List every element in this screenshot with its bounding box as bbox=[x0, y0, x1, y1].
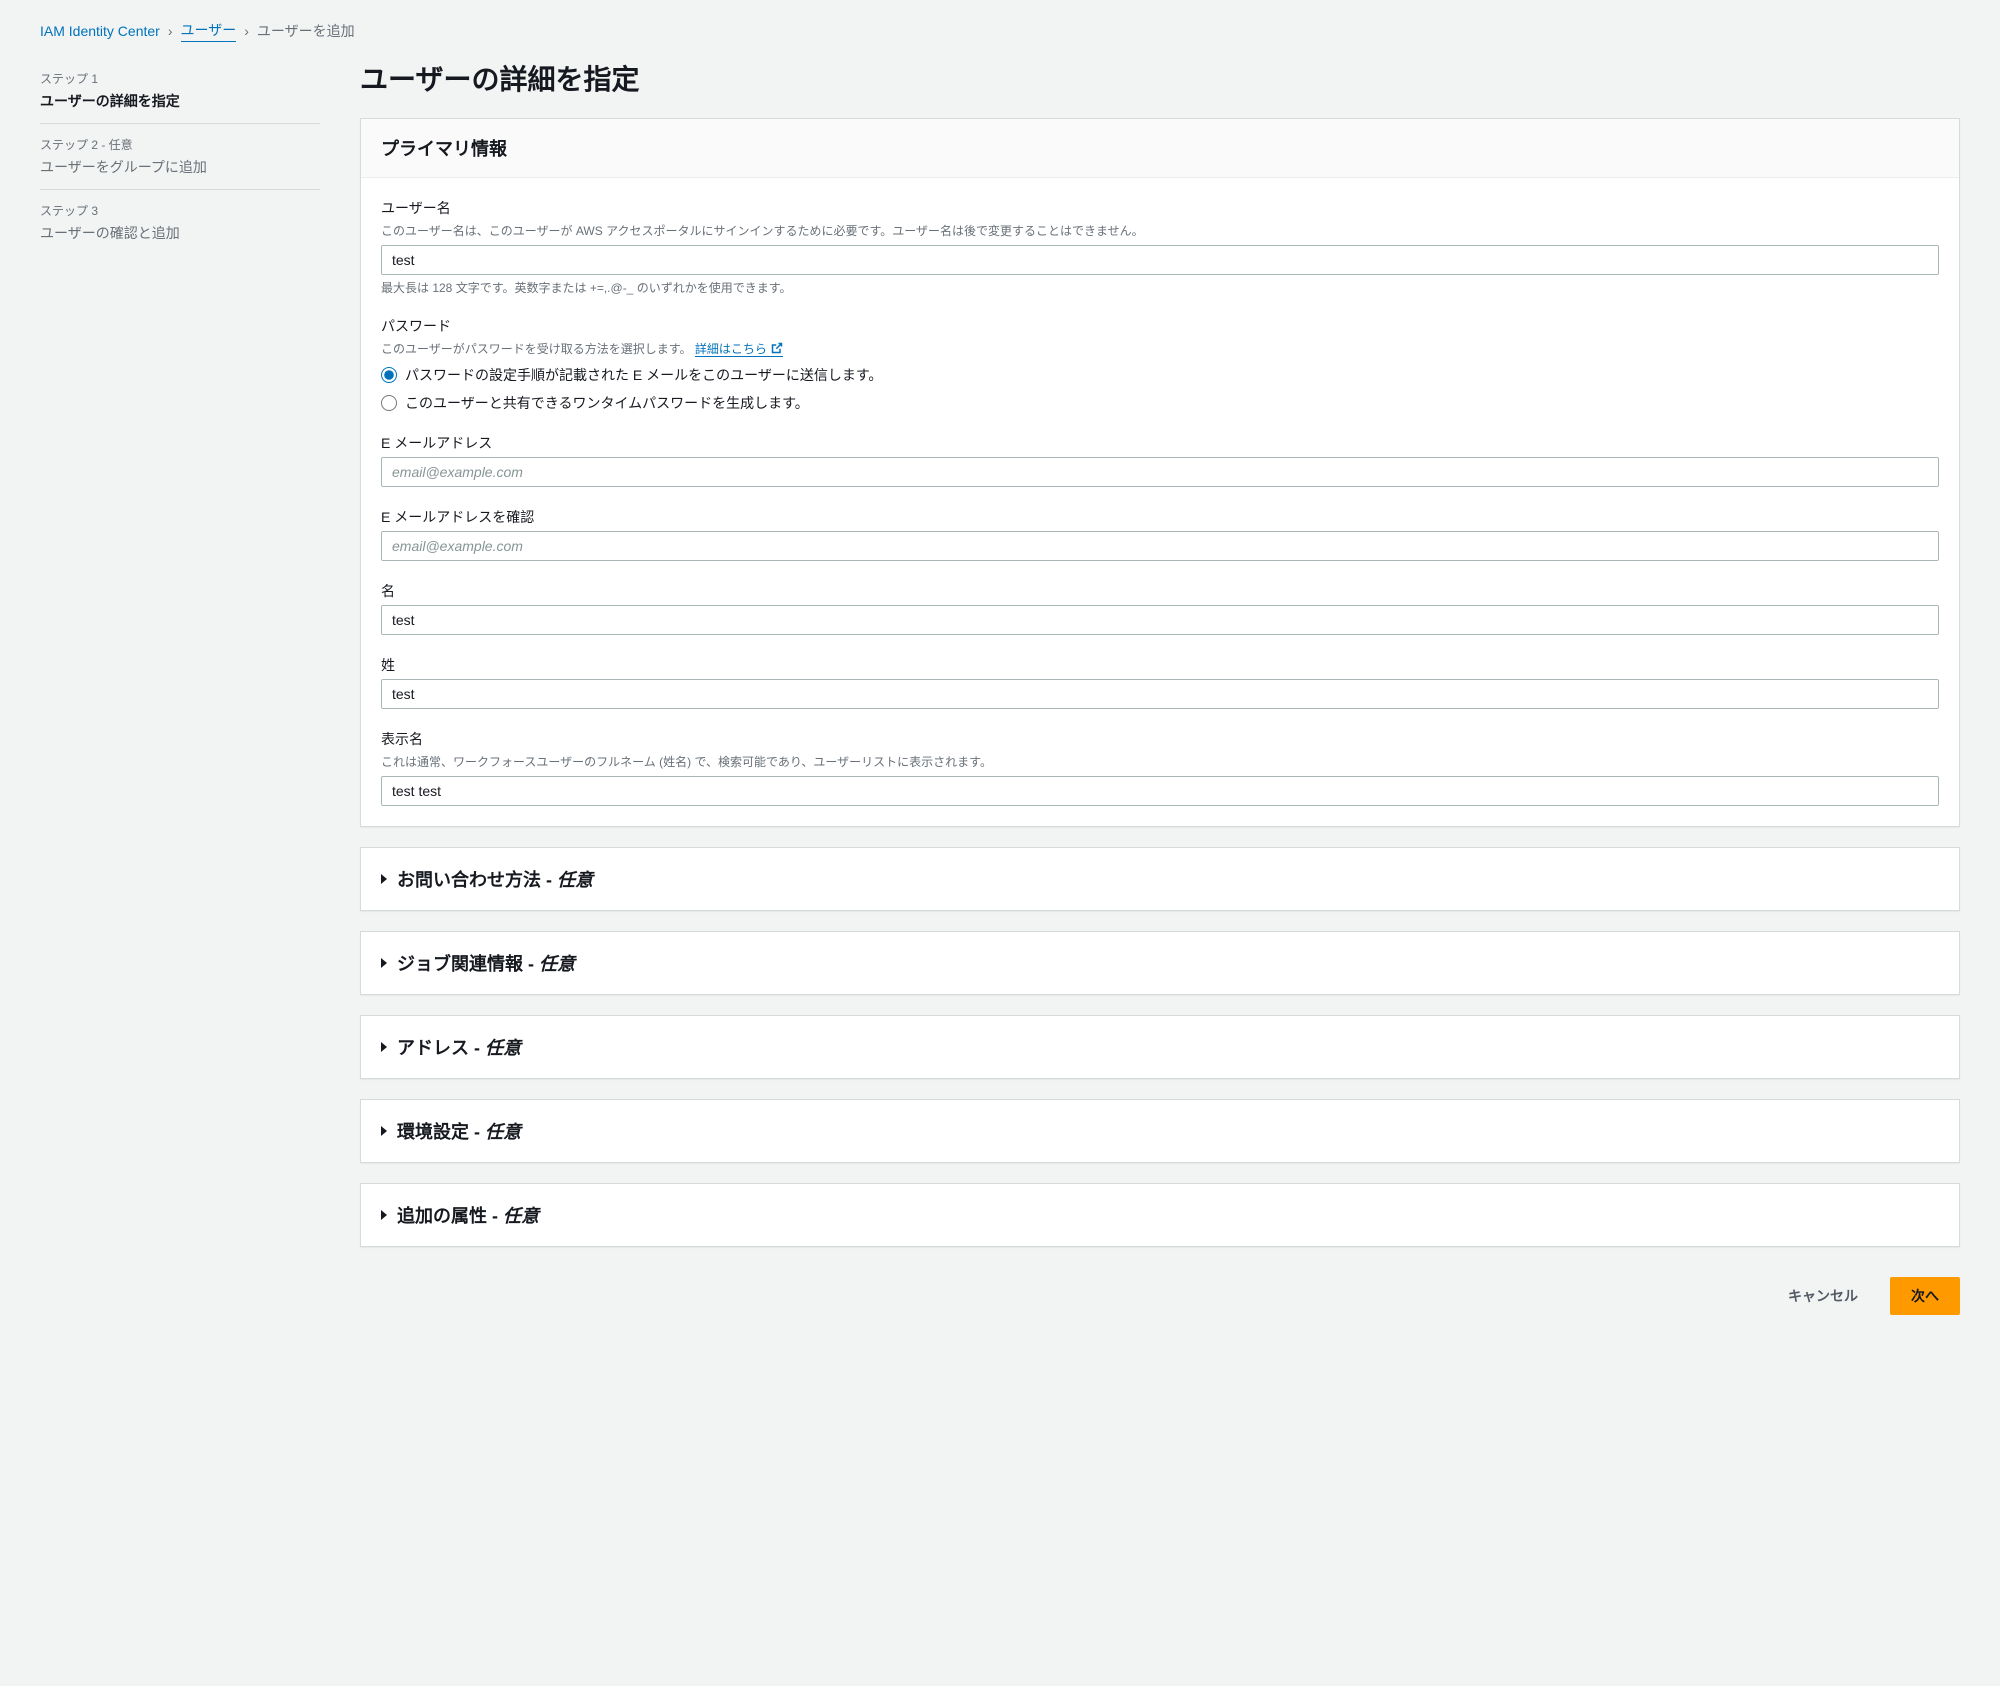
step-3[interactable]: ステップ 3 ユーザーの確認と追加 bbox=[40, 190, 320, 255]
triangle-right-icon bbox=[381, 1126, 387, 1136]
page-title: ユーザーの詳細を指定 bbox=[360, 58, 1960, 98]
password-option-otp[interactable]: このユーザーと共有できるワンタイムパスワードを生成します。 bbox=[381, 393, 1939, 413]
cancel-button[interactable]: キャンセル bbox=[1768, 1277, 1878, 1315]
external-link-icon bbox=[771, 342, 783, 357]
email-label: E メールアドレス bbox=[381, 433, 1939, 453]
triangle-right-icon bbox=[381, 1042, 387, 1052]
preferences-toggle[interactable]: 環境設定 - 任意 bbox=[361, 1100, 1959, 1162]
breadcrumb-root[interactable]: IAM Identity Center bbox=[40, 23, 160, 39]
breadcrumb: IAM Identity Center › ユーザー › ユーザーを追加 bbox=[40, 20, 1960, 42]
password-radio-email[interactable] bbox=[381, 367, 397, 383]
additional-attrs-panel: 追加の属性 - 任意 bbox=[360, 1183, 1960, 1247]
display-name-input[interactable] bbox=[381, 776, 1939, 806]
learn-more-link[interactable]: 詳細はこちら bbox=[695, 342, 783, 357]
first-name-label: 名 bbox=[381, 581, 1939, 601]
primary-panel-title: プライマリ情報 bbox=[381, 135, 1939, 161]
breadcrumb-current: ユーザーを追加 bbox=[257, 21, 355, 41]
triangle-right-icon bbox=[381, 958, 387, 968]
contact-methods-panel: お問い合わせ方法 - 任意 bbox=[360, 847, 1960, 911]
footer-actions: キャンセル 次へ bbox=[360, 1267, 1960, 1325]
step-2[interactable]: ステップ 2 - 任意 ユーザーをグループに追加 bbox=[40, 124, 320, 190]
email-input[interactable] bbox=[381, 457, 1939, 487]
email-confirm-label: E メールアドレスを確認 bbox=[381, 507, 1939, 527]
username-input[interactable] bbox=[381, 245, 1939, 275]
step-1[interactable]: ステップ 1 ユーザーの詳細を指定 bbox=[40, 58, 320, 124]
display-name-description: これは通常、ワークフォースユーザーのフルネーム (姓名) で、検索可能であり、ユ… bbox=[381, 753, 1939, 770]
username-description: このユーザー名は、このユーザーが AWS アクセスポータルにサインインするために… bbox=[381, 222, 1939, 239]
step-title: ユーザーの詳細を指定 bbox=[40, 91, 320, 111]
email-confirm-input[interactable] bbox=[381, 531, 1939, 561]
step-title: ユーザーをグループに追加 bbox=[40, 157, 320, 177]
chevron-right-icon: › bbox=[244, 23, 249, 39]
last-name-input[interactable] bbox=[381, 679, 1939, 709]
next-button[interactable]: 次へ bbox=[1890, 1277, 1960, 1315]
last-name-label: 姓 bbox=[381, 655, 1939, 675]
address-toggle[interactable]: アドレス - 任意 bbox=[361, 1016, 1959, 1078]
chevron-right-icon: › bbox=[168, 23, 173, 39]
display-name-label: 表示名 bbox=[381, 729, 1939, 749]
password-label: パスワード bbox=[381, 316, 1939, 336]
breadcrumb-users[interactable]: ユーザー bbox=[181, 20, 237, 42]
address-panel: アドレス - 任意 bbox=[360, 1015, 1960, 1079]
step-number: ステップ 1 bbox=[40, 70, 320, 87]
first-name-input[interactable] bbox=[381, 605, 1939, 635]
step-number: ステップ 3 bbox=[40, 202, 320, 219]
triangle-right-icon bbox=[381, 874, 387, 884]
job-info-panel: ジョブ関連情報 - 任意 bbox=[360, 931, 1960, 995]
preferences-panel: 環境設定 - 任意 bbox=[360, 1099, 1960, 1163]
username-hint: 最大長は 128 文字です。英数字または +=,.@-_ のいずれかを使用できま… bbox=[381, 279, 1939, 296]
primary-info-panel: プライマリ情報 ユーザー名 このユーザー名は、このユーザーが AWS アクセスポ… bbox=[360, 118, 1960, 827]
username-label: ユーザー名 bbox=[381, 198, 1939, 218]
triangle-right-icon bbox=[381, 1210, 387, 1220]
job-info-toggle[interactable]: ジョブ関連情報 - 任意 bbox=[361, 932, 1959, 994]
additional-attrs-toggle[interactable]: 追加の属性 - 任意 bbox=[361, 1184, 1959, 1246]
password-radio-otp[interactable] bbox=[381, 395, 397, 411]
steps-sidebar: ステップ 1 ユーザーの詳細を指定 ステップ 2 - 任意 ユーザーをグループに… bbox=[40, 58, 320, 1325]
step-number: ステップ 2 - 任意 bbox=[40, 136, 320, 153]
password-option-email[interactable]: パスワードの設定手順が記載された E メールをこのユーザーに送信します。 bbox=[381, 365, 1939, 385]
password-description: このユーザーがパスワードを受け取る方法を選択します。 詳細はこちら bbox=[381, 340, 1939, 357]
contact-methods-toggle[interactable]: お問い合わせ方法 - 任意 bbox=[361, 848, 1959, 910]
step-title: ユーザーの確認と追加 bbox=[40, 223, 320, 243]
